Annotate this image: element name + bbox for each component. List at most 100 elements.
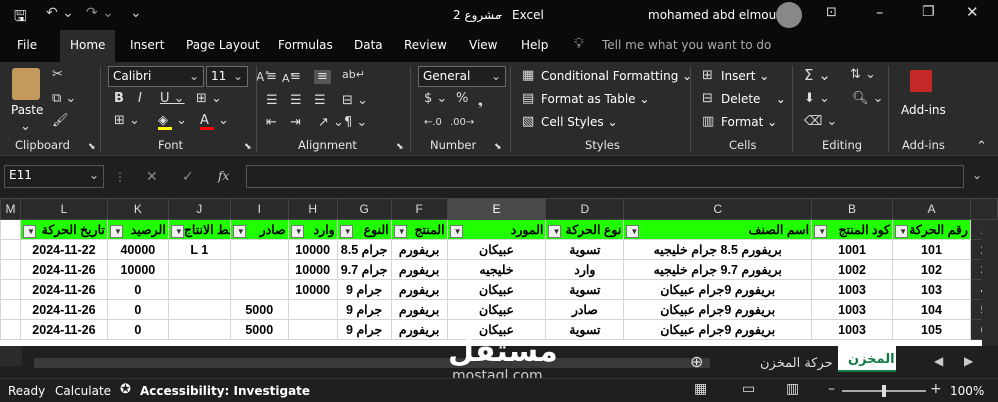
align-center-icon[interactable]: ☰ [290, 94, 302, 108]
formula-input[interactable] [246, 165, 964, 188]
column-title-cell[interactable]: ▼ الرصيد [106, 219, 169, 240]
table-cell[interactable]: بريفورم 9جرام عبيكان [623, 299, 813, 320]
table-cell[interactable]: 10000 [287, 259, 338, 280]
copy-icon[interactable]: ⧉ ⌄ [52, 92, 76, 106]
filter-dropdown-icon[interactable]: ▼ [339, 224, 353, 238]
increase-indent-icon[interactable]: ⇥ [290, 116, 301, 130]
table-cell[interactable]: جرام 9.7 [336, 259, 392, 280]
delete-cells-button[interactable]: Delete ⌄ [721, 92, 786, 106]
table-cell[interactable]: 105 [892, 319, 971, 340]
ribbon-display-icon[interactable]: ⊡ [826, 5, 837, 20]
zoom-in-icon[interactable]: + [930, 381, 942, 397]
table-cell[interactable]: جرام 9 [336, 299, 392, 320]
autosum-icon[interactable]: Σ ⌄ [804, 68, 831, 83]
wrap-text-icon[interactable]: ab↵ [342, 68, 365, 82]
font-size-select[interactable]: 11 ⌄ [206, 66, 248, 87]
zoom-out-icon[interactable]: – [828, 381, 835, 397]
table-cell[interactable]: 5000 [229, 319, 289, 340]
table-cell[interactable]: عبيكان [446, 279, 547, 300]
column-header[interactable]: J [167, 198, 231, 220]
column-header[interactable]: E [446, 198, 547, 220]
paste-dropdown-icon[interactable]: ⌄ [20, 120, 31, 134]
vertical-scrollbar[interactable] [982, 220, 998, 346]
table-cell[interactable]: 0 [106, 299, 169, 320]
column-title-cell[interactable]: ▼ رقم الحركة [892, 219, 971, 240]
column-header[interactable]: M [0, 198, 21, 220]
page-break-view-icon[interactable]: ▥ [786, 381, 799, 397]
table-cell[interactable]: بريفورم [390, 319, 448, 340]
calculate-button[interactable]: Calculate [55, 384, 111, 398]
sort-filter-icon[interactable]: ⇅ ⌄ [850, 68, 876, 82]
bold-icon[interactable]: B [114, 92, 124, 106]
filter-dropdown-icon[interactable]: ▼ [22, 224, 36, 238]
accessibility-status[interactable]: Accessibility: Investigate [140, 384, 310, 398]
filter-dropdown-icon[interactable]: ▼ [170, 224, 184, 238]
filter-dropdown-icon[interactable]: ▼ [449, 224, 463, 238]
table-cell[interactable]: 5000 [229, 299, 289, 320]
table-cell[interactable]: بريفورم [390, 259, 448, 280]
filter-dropdown-icon[interactable]: ▼ [814, 224, 828, 238]
table-cell[interactable]: 2024-11-26 [19, 319, 108, 340]
underline-icon[interactable]: U ⌄ [160, 92, 185, 106]
table-cell[interactable] [287, 299, 338, 320]
fill-dropdown-icon[interactable]: ⌄ [176, 114, 187, 128]
filter-dropdown-icon[interactable]: ▼ [232, 224, 246, 238]
table-cell[interactable]: عبيكان [446, 239, 547, 260]
filter-dropdown-icon[interactable]: ▼ [290, 224, 304, 238]
column-title-cell[interactable]: ▼ وارد [287, 219, 338, 240]
user-name[interactable]: mohamed abd elmoula [648, 8, 787, 22]
column-header[interactable]: D [545, 198, 625, 220]
table-cell[interactable] [229, 239, 289, 260]
table-cell[interactable]: 1001 [811, 239, 894, 260]
table-cell[interactable] [167, 259, 231, 280]
conditional-formatting-button[interactable]: Conditional Formatting ⌄ [541, 69, 692, 83]
format-as-table-button[interactable]: Format as Table ⌄ [541, 92, 649, 106]
clear-icon[interactable]: ⌫ ⌄ [804, 115, 837, 129]
table-cell[interactable]: 1003 [811, 279, 894, 300]
table-cell[interactable]: تسوية [545, 239, 625, 260]
column-header[interactable]: B [811, 198, 894, 220]
column-header[interactable]: C [623, 198, 813, 220]
table-cell[interactable]: 0 [106, 279, 169, 300]
paste-button[interactable]: Paste [11, 103, 43, 117]
table-cell[interactable]: 1003 [811, 319, 894, 340]
name-box[interactable]: E11 ⌄ [4, 165, 104, 188]
table-cell[interactable]: خليجيه [446, 259, 547, 280]
table-cell[interactable]: 10000 [287, 279, 338, 300]
addins-button[interactable]: Add-ins [901, 103, 946, 117]
column-title-cell[interactable]: ▼ المنتج [390, 219, 448, 240]
zoom-slider-thumb[interactable] [882, 385, 886, 397]
table-cell[interactable]: 40000 [106, 239, 169, 260]
borders-bottom-icon[interactable]: ⊞ ⌄ [114, 114, 140, 128]
scroll-left-icon[interactable] [0, 346, 22, 366]
table-cell[interactable] [0, 239, 21, 260]
table-cell[interactable]: بريفورم 9جرام عبيكان [623, 279, 813, 300]
column-header[interactable]: H [287, 198, 338, 220]
align-right-icon[interactable]: ☰ [314, 94, 326, 108]
qat-customize-icon[interactable]: ⌄ [130, 5, 142, 21]
column-header[interactable]: K [106, 198, 169, 220]
table-cell[interactable]: 10000 [287, 239, 338, 260]
tab-formulas[interactable]: Formulas [278, 38, 333, 52]
sheet-tab-movement[interactable]: حركة المخزن [760, 356, 833, 371]
tab-view[interactable]: View [469, 38, 497, 52]
filter-dropdown-icon[interactable]: ▼ [626, 224, 640, 238]
column-header[interactable]: L [19, 198, 108, 220]
avatar[interactable] [776, 2, 802, 28]
increase-decimal-icon[interactable]: ←.0 [424, 116, 442, 130]
table-cell[interactable] [0, 259, 21, 280]
column-title-cell[interactable]: ▼ النوع [336, 219, 392, 240]
table-cell[interactable]: بريفورم 9.7 جرام خليجيه [623, 259, 813, 280]
table-cell[interactable] [167, 299, 231, 320]
cancel-icon[interactable]: ✕ [146, 169, 158, 185]
collapse-ribbon-icon[interactable]: ⌃ [976, 140, 987, 154]
decrease-decimal-icon[interactable]: .00→ [450, 116, 474, 130]
align-left-icon[interactable]: ☰ [266, 94, 278, 108]
table-cell[interactable]: بريفورم [390, 299, 448, 320]
minimize-icon[interactable]: – [876, 3, 884, 21]
table-cell[interactable] [167, 279, 231, 300]
tell-me-search[interactable]: Tell me what you want to do [602, 38, 771, 52]
table-cell[interactable] [167, 319, 231, 340]
column-header[interactable]: F [390, 198, 448, 220]
tab-data[interactable]: Data [354, 38, 383, 52]
